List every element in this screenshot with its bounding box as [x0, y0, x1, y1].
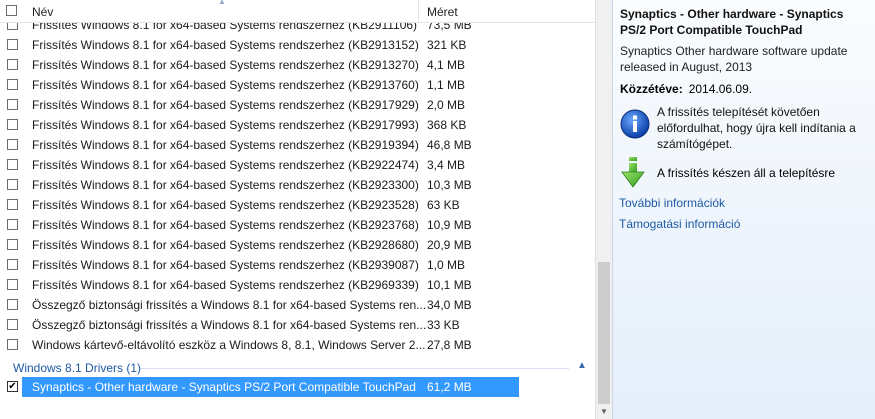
- update-size: 368 KB: [427, 118, 467, 132]
- more-info-link[interactable]: További információk: [619, 196, 725, 210]
- update-size: 3,4 MB: [427, 158, 466, 172]
- update-size: 10,9 MB: [427, 218, 472, 232]
- scroll-down-arrow-icon[interactable]: ▼: [600, 407, 608, 416]
- update-name: Frissítés Windows 8.1 for x64-based Syst…: [32, 58, 419, 72]
- update-size: 10,3 MB: [427, 178, 472, 192]
- update-row[interactable]: Frissítés Windows 8.1 for x64-based Syst…: [0, 115, 595, 135]
- update-checkbox[interactable]: [7, 319, 18, 330]
- update-size: 1,0 MB: [427, 258, 466, 272]
- update-size: 10,1 MB: [427, 278, 472, 292]
- list-header: ▲ Név Méret: [0, 0, 595, 23]
- update-checkbox[interactable]: [7, 219, 18, 230]
- update-name: Frissítés Windows 8.1 for x64-based Syst…: [32, 118, 419, 132]
- details-pane: Synaptics - Other hardware - Synaptics P…: [612, 0, 875, 419]
- update-name: Frissítés Windows 8.1 for x64-based Syst…: [32, 158, 419, 172]
- update-row[interactable]: Frissítés Windows 8.1 for x64-based Syst…: [0, 135, 595, 155]
- update-checkbox[interactable]: [7, 119, 18, 130]
- update-size: 61,2 MB: [427, 380, 472, 394]
- column-header-name[interactable]: Név: [32, 5, 53, 19]
- group-label: Windows 8.1 Drivers (1): [13, 361, 142, 375]
- update-checkbox[interactable]: [7, 139, 18, 150]
- update-size: 1,1 MB: [427, 78, 466, 92]
- group-divider: [140, 368, 569, 369]
- update-size: 46,8 MB: [427, 138, 472, 152]
- update-size: 33 KB: [427, 318, 460, 332]
- details-title: Synaptics - Other hardware - Synaptics P…: [620, 7, 844, 37]
- published-date: Közzétéve: 2014.06.09.: [620, 82, 752, 96]
- update-checkbox[interactable]: [7, 79, 18, 90]
- restart-note: A frissítés telepítését követően előford…: [657, 105, 856, 151]
- collapse-caret-icon[interactable]: ▲: [577, 360, 587, 371]
- update-size: 4,1 MB: [427, 58, 466, 72]
- update-size: 63 KB: [427, 198, 460, 212]
- update-name: Windows kártevő-eltávolító eszköz a Wind…: [32, 338, 426, 352]
- update-name: Frissítés Windows 8.1 for x64-based Syst…: [32, 198, 419, 212]
- info-icon: [620, 109, 650, 139]
- update-row[interactable]: Frissítés Windows 8.1 for x64-based Syst…: [0, 35, 595, 55]
- update-checkbox[interactable]: [7, 39, 18, 50]
- update-checkbox[interactable]: [7, 259, 18, 270]
- update-name: Frissítés Windows 8.1 for x64-based Syst…: [32, 178, 419, 192]
- update-row[interactable]: Frissítés Windows 8.1 for x64-based Syst…: [0, 275, 595, 295]
- update-name: Összegző biztonsági frissítés a Windows …: [32, 318, 427, 332]
- sort-caret-icon: ▲: [218, 0, 226, 6]
- update-size: 34,0 MB: [427, 298, 472, 312]
- update-list: Frissítés Windows 8.1 for x64-based Syst…: [0, 0, 595, 419]
- update-row[interactable]: Frissítés Windows 8.1 for x64-based Syst…: [0, 215, 595, 235]
- update-name: Synaptics - Other hardware - Synaptics P…: [32, 380, 416, 394]
- published-label: Közzétéve:: [620, 82, 683, 96]
- column-header-size[interactable]: Méret: [427, 5, 458, 19]
- update-name: Frissítés Windows 8.1 for x64-based Syst…: [32, 98, 419, 112]
- update-size: 321 KB: [427, 38, 467, 52]
- update-checkbox-checked[interactable]: ✔: [7, 381, 18, 392]
- vertical-scrollbar[interactable]: ▼: [595, 0, 612, 419]
- update-row[interactable]: Összegző biztonsági frissítés a Windows …: [0, 315, 595, 335]
- group-header-drivers[interactable]: Windows 8.1 Drivers (1) ▲: [0, 358, 595, 378]
- select-all-checkbox[interactable]: [6, 5, 17, 16]
- update-row[interactable]: Összegző biztonsági frissítés a Windows …: [0, 295, 595, 315]
- update-name: Frissítés Windows 8.1 for x64-based Syst…: [32, 78, 419, 92]
- update-row[interactable]: Frissítés Windows 8.1 for x64-based Syst…: [0, 195, 595, 215]
- update-name: Frissítés Windows 8.1 for x64-based Syst…: [32, 138, 419, 152]
- update-row[interactable]: Frissítés Windows 8.1 for x64-based Syst…: [0, 255, 595, 275]
- update-checkbox[interactable]: [7, 279, 18, 290]
- update-name: Frissítés Windows 8.1 for x64-based Syst…: [32, 278, 419, 292]
- update-size: 20,9 MB: [427, 238, 472, 252]
- published-value: 2014.06.09.: [688, 82, 753, 96]
- update-checkbox[interactable]: [7, 199, 18, 210]
- update-row[interactable]: Frissítés Windows 8.1 for x64-based Syst…: [0, 55, 595, 75]
- scrollbar-thumb[interactable]: [598, 262, 610, 404]
- update-row[interactable]: Frissítés Windows 8.1 for x64-based Syst…: [0, 95, 595, 115]
- update-size: 2,0 MB: [427, 98, 466, 112]
- support-info-link[interactable]: Támogatási információ: [619, 217, 740, 231]
- update-checkbox[interactable]: [7, 299, 18, 310]
- update-row[interactable]: Frissítés Windows 8.1 for x64-based Syst…: [0, 175, 595, 195]
- update-row[interactable]: Windows kártevő-eltávolító eszköz a Wind…: [0, 335, 595, 355]
- update-name: Frissítés Windows 8.1 for x64-based Syst…: [32, 218, 419, 232]
- details-description: Synaptics Other hardware software update…: [620, 44, 848, 74]
- selected-update-row[interactable]: ✔ Synaptics - Other hardware - Synaptics…: [0, 377, 595, 397]
- update-row[interactable]: Frissítés Windows 8.1 for x64-based Syst…: [0, 155, 595, 175]
- update-checkbox[interactable]: [7, 239, 18, 250]
- update-name: Összegző biztonsági frissítés a Windows …: [32, 298, 427, 312]
- update-size: 27,8 MB: [427, 338, 472, 352]
- update-row[interactable]: Frissítés Windows 8.1 for x64-based Syst…: [0, 75, 595, 95]
- download-arrow-icon: [621, 157, 645, 188]
- update-checkbox[interactable]: [7, 339, 18, 350]
- update-name: Frissítés Windows 8.1 for x64-based Syst…: [32, 38, 419, 52]
- update-checkbox[interactable]: [7, 59, 18, 70]
- update-name: Frissítés Windows 8.1 for x64-based Syst…: [32, 258, 419, 272]
- column-divider[interactable]: [418, 0, 419, 22]
- update-rows: Frissítés Windows 8.1 for x64-based Syst…: [0, 15, 595, 355]
- update-name: Frissítés Windows 8.1 for x64-based Syst…: [32, 238, 419, 252]
- ready-note: A frissítés készen áll a telepítésre: [657, 166, 836, 180]
- update-checkbox[interactable]: [7, 159, 18, 170]
- update-row[interactable]: Frissítés Windows 8.1 for x64-based Syst…: [0, 235, 595, 255]
- update-checkbox[interactable]: [7, 179, 18, 190]
- update-checkbox[interactable]: [7, 99, 18, 110]
